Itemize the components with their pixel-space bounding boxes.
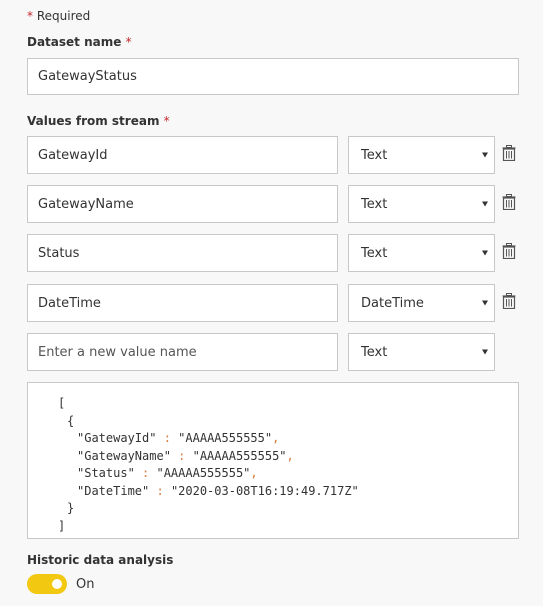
dataset-name-label: Dataset name * bbox=[27, 35, 132, 49]
required-star: * bbox=[27, 9, 33, 23]
value-type-selected: Text bbox=[361, 245, 388, 261]
value-name-input[interactable] bbox=[27, 284, 338, 322]
value-type-select[interactable]: Text bbox=[348, 185, 495, 223]
value-type-selected: Text bbox=[361, 196, 388, 212]
dropdown-arrow-icon bbox=[482, 250, 488, 256]
value-type-select[interactable]: DateTime bbox=[348, 284, 495, 322]
value-type-select[interactable]: Text bbox=[348, 234, 495, 272]
value-name-input[interactable] bbox=[27, 185, 338, 223]
new-value-type-select[interactable]: Text bbox=[348, 333, 495, 371]
value-type-select[interactable]: Text bbox=[348, 136, 495, 174]
value-type-selected: DateTime bbox=[361, 295, 424, 311]
required-note: * Required bbox=[27, 9, 90, 23]
json-comma: , bbox=[250, 466, 258, 480]
value-type-selected: Text bbox=[361, 147, 388, 163]
json-key: "GatewayName" bbox=[77, 448, 171, 463]
json-value: "AAAAA555555" bbox=[156, 466, 251, 480]
historic-data-label: Historic data analysis bbox=[27, 553, 174, 567]
value-name-input[interactable] bbox=[27, 234, 338, 272]
delete-trash-icon[interactable] bbox=[502, 243, 516, 259]
json-key: "GatewayId" bbox=[77, 431, 157, 445]
json-value: "AAAAA555555" bbox=[178, 431, 273, 445]
json-comma: , bbox=[272, 431, 280, 445]
values-from-stream-label-text: Values from stream bbox=[27, 114, 160, 128]
json-separator: : bbox=[134, 466, 157, 480]
json-value: "2020-03-08T16:19:49.717Z" bbox=[170, 483, 359, 498]
json-entry: "Status" : "AAAAA555555", bbox=[58, 465, 518, 483]
historic-data-toggle[interactable] bbox=[27, 574, 67, 594]
json-separator: : bbox=[170, 448, 193, 463]
new-value-name-input[interactable] bbox=[27, 333, 338, 371]
dropdown-arrow-icon bbox=[482, 201, 488, 207]
json-open-brace: { bbox=[67, 413, 75, 428]
historic-data-toggle-state: On bbox=[76, 577, 95, 592]
dropdown-arrow-icon bbox=[482, 152, 488, 158]
json-entry: "GatewayId" : "AAAAA555555", bbox=[58, 430, 518, 448]
dataset-name-label-text: Dataset name bbox=[27, 35, 122, 49]
dataset-name-required-star: * bbox=[125, 35, 132, 49]
dropdown-arrow-icon bbox=[482, 349, 488, 355]
values-from-stream-required-star: * bbox=[163, 114, 170, 128]
dataset-name-input[interactable] bbox=[27, 58, 519, 95]
json-entry: "DateTime" : "2020-03-08T16:19:49.717Z" bbox=[58, 483, 518, 501]
json-separator: : bbox=[156, 431, 179, 445]
json-close-brace: } bbox=[67, 501, 75, 515]
delete-trash-icon[interactable] bbox=[502, 293, 516, 309]
json-separator: : bbox=[149, 483, 171, 498]
dropdown-arrow-icon bbox=[482, 300, 488, 306]
values-from-stream-label: Values from stream * bbox=[27, 114, 170, 128]
json-comma: , bbox=[286, 448, 294, 463]
toggle-knob bbox=[52, 579, 62, 589]
json-key: "DateTime" bbox=[77, 483, 150, 498]
json-close-bracket: ] bbox=[58, 518, 66, 533]
value-name-input[interactable] bbox=[27, 136, 338, 174]
json-entry: "GatewayName" : "AAAAA555555", bbox=[58, 448, 518, 466]
json-key: "Status" bbox=[77, 466, 135, 480]
delete-trash-icon[interactable] bbox=[502, 194, 516, 210]
json-open-bracket: [ bbox=[58, 396, 66, 410]
delete-trash-icon[interactable] bbox=[502, 145, 516, 161]
json-preview-box[interactable]: [{"GatewayId" : "AAAAA555555", "GatewayNa… bbox=[27, 382, 519, 539]
required-note-text: Required bbox=[36, 9, 91, 23]
json-value: "AAAAA555555" bbox=[192, 448, 287, 463]
new-value-type-selected: Text bbox=[361, 344, 388, 360]
